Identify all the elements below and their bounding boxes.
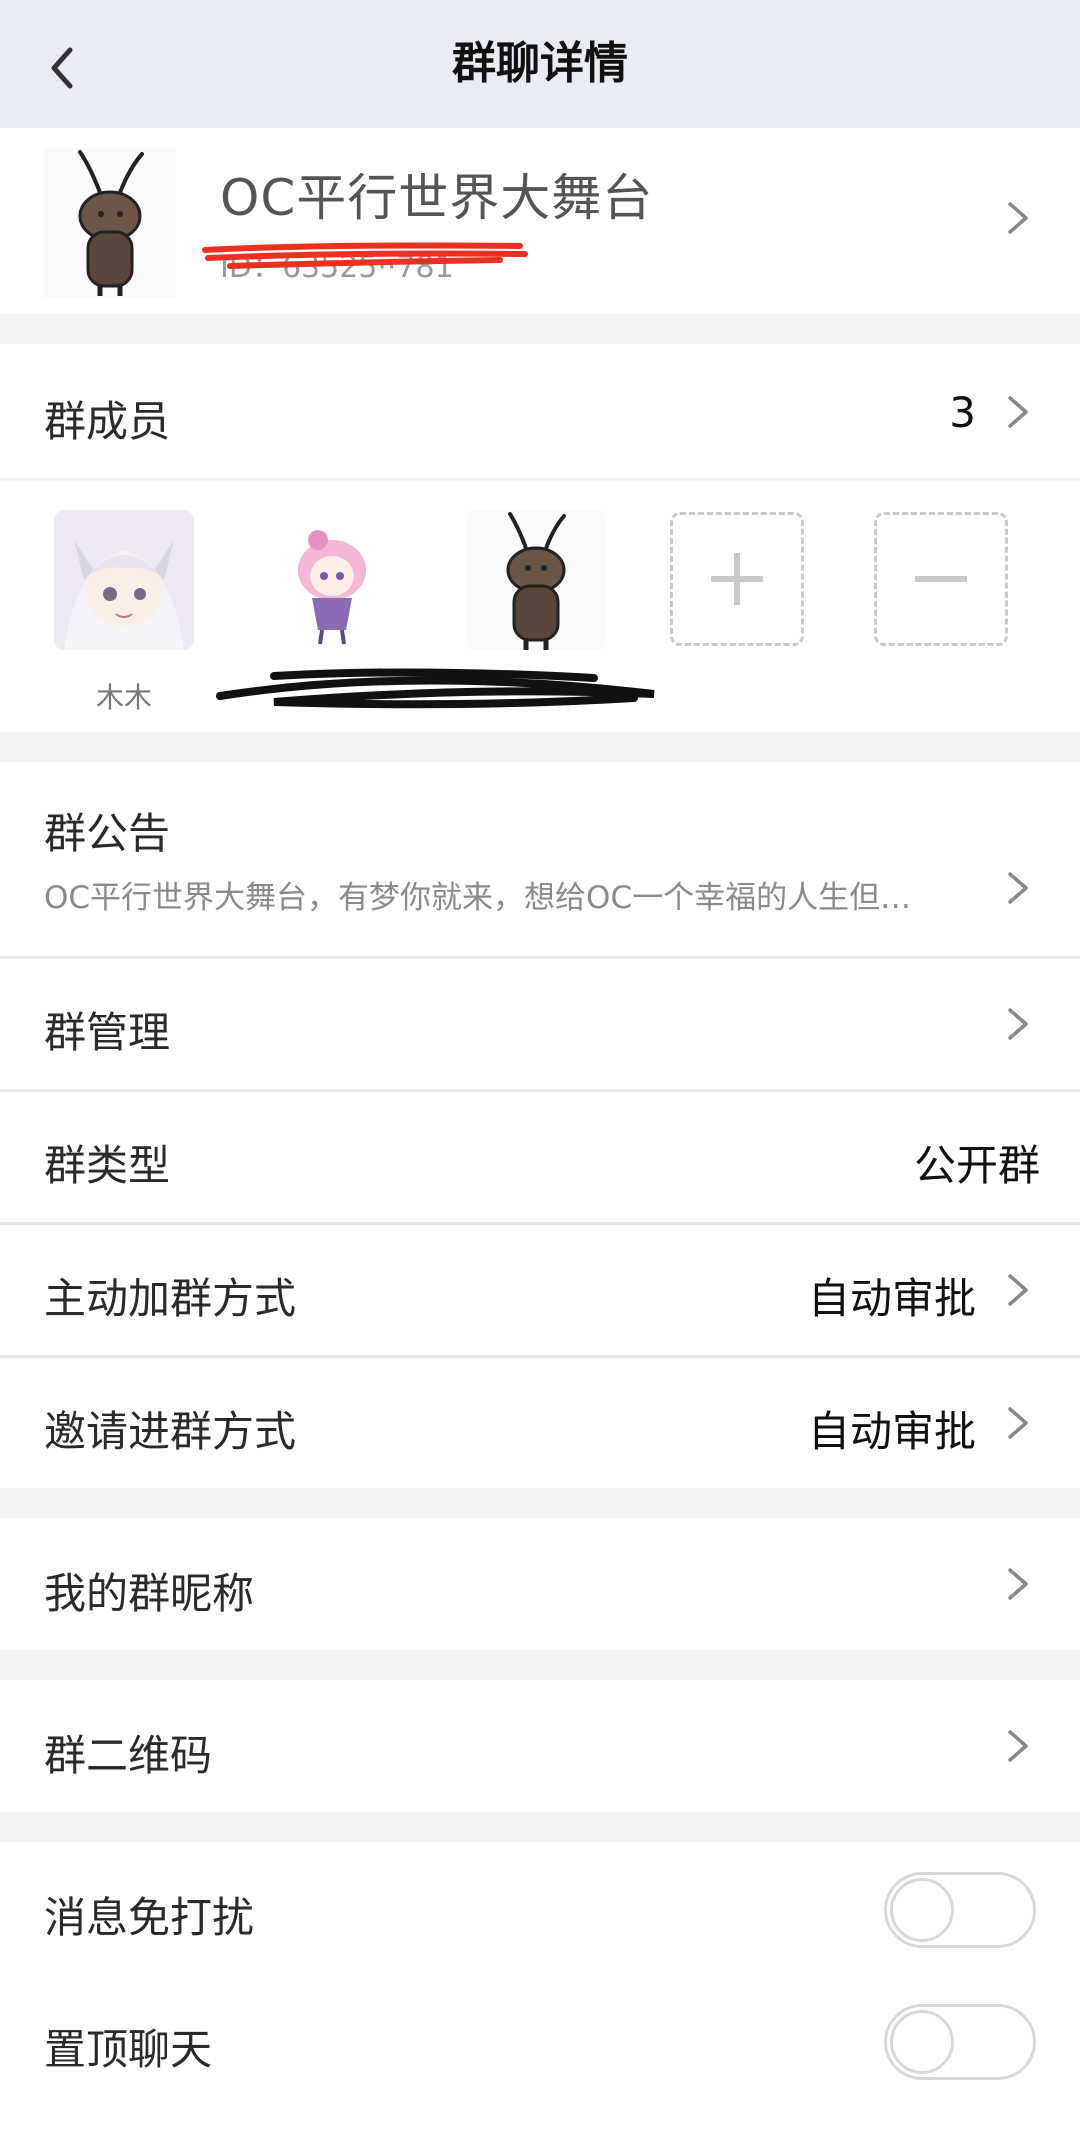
red-redaction-scribble <box>202 242 528 269</box>
members-label: 群成员 <box>44 397 171 446</box>
chevron-right-icon <box>1008 202 1028 234</box>
join-method-row[interactable]: 主动加群方式 自动审批 <box>0 1225 1080 1355</box>
minus-icon <box>915 576 967 582</box>
add-member-button[interactable] <box>670 512 804 646</box>
toggle-knob <box>890 2010 954 2074</box>
chevron-right-icon[interactable] <box>1006 392 1030 432</box>
group-info-card[interactable]: OC平行世界大舞台 ID：63525··781 <box>0 128 1080 314</box>
group-type-value: 公开群 <box>913 1141 1040 1190</box>
invite-method-label: 邀请进群方式 <box>44 1407 297 1456</box>
mute-label: 消息免打扰 <box>44 1893 255 1942</box>
group-name: OC平行世界大舞台 <box>220 169 654 227</box>
invite-method-value: 自动审批 <box>807 1407 976 1456</box>
invite-method-row[interactable]: 邀请进群方式 自动审批 <box>0 1358 1080 1488</box>
chevron-right-icon <box>1008 1568 1028 1600</box>
chevron-right-icon <box>1008 1407 1028 1439</box>
pin-toggle[interactable] <box>884 2004 1036 2080</box>
group-avatar <box>44 148 176 298</box>
toggle-knob <box>890 1878 954 1942</box>
plus-icon <box>711 553 763 605</box>
chevron-right-icon <box>1008 1008 1028 1040</box>
my-nickname-row[interactable]: 我的群昵称 <box>0 1518 1080 1650</box>
qrcode-label: 群二维码 <box>44 1731 213 1780</box>
group-type-label: 群类型 <box>44 1141 171 1190</box>
announcement-label: 群公告 <box>44 809 171 858</box>
group-type-row: 群类型 公开群 <box>0 1092 1080 1222</box>
remove-member-button[interactable] <box>874 512 1008 646</box>
announcement-text: OC平行世界大舞台，有梦你就来，想给OC一个幸福的人生但… <box>44 880 912 916</box>
member-name: 木木 <box>95 681 152 714</box>
member-avatar[interactable] <box>262 510 402 650</box>
qrcode-row[interactable]: 群二维码 <box>0 1680 1080 1812</box>
divider <box>0 478 1080 481</box>
toggle-section: 消息免打扰 置顶聊天 <box>0 1842 1080 2130</box>
member-avatar[interactable] <box>54 510 194 650</box>
member-avatar[interactable] <box>466 510 606 650</box>
chevron-right-icon <box>1008 1730 1028 1762</box>
page-title: 群聊详情 <box>452 38 628 89</box>
pin-label: 置顶聊天 <box>44 2025 213 2074</box>
nav-bar: 群聊详情 <box>0 0 1080 128</box>
mute-toggle[interactable] <box>884 1872 1036 1948</box>
chevron-right-icon <box>1008 872 1028 904</box>
black-redaction-scribble <box>216 668 655 709</box>
my-nickname-label: 我的群昵称 <box>44 1569 255 1618</box>
announcement-row[interactable]: 群公告 <box>0 762 1080 956</box>
management-label: 群管理 <box>44 1008 171 1057</box>
join-method-value: 自动审批 <box>807 1274 976 1323</box>
management-row[interactable]: 群管理 <box>0 959 1080 1089</box>
members-count: 3 <box>949 388 976 437</box>
chevron-right-icon <box>1008 1274 1028 1306</box>
join-method-label: 主动加群方式 <box>44 1274 297 1323</box>
